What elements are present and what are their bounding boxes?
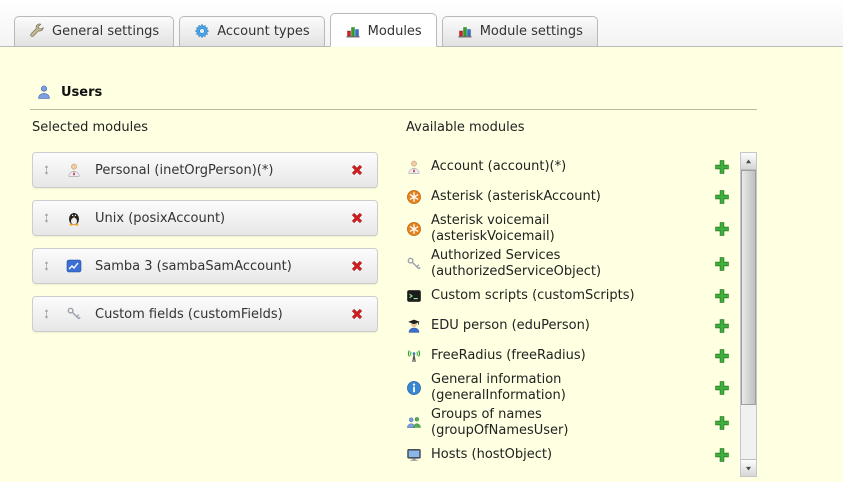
host-icon <box>406 447 422 463</box>
scroll-up-button[interactable] <box>741 153 756 170</box>
module-label: Custom scripts (customScripts) <box>431 288 635 304</box>
add-module-button[interactable] <box>714 159 730 175</box>
users-icon <box>36 84 52 100</box>
remove-module-button[interactable] <box>349 258 365 274</box>
chart-icon <box>457 23 473 39</box>
selected-module-row: Personal (inetOrgPerson)(*) <box>32 152 378 188</box>
selected-module-row: Samba 3 (sambaSamAccount) <box>32 248 378 284</box>
gear-icon <box>194 23 210 39</box>
selected-module-row: Unix (posixAccount) <box>32 200 378 236</box>
module-label: EDU person (eduPerson) <box>431 318 590 334</box>
module-label: Authorized Services (authorizedServiceOb… <box>431 248 661 281</box>
module-label: Custom fields (customFields) <box>95 307 283 322</box>
available-module-row: FreeRadius (freeRadius) <box>406 341 740 371</box>
wrench-icon <box>29 23 45 39</box>
add-module-button[interactable] <box>714 380 730 396</box>
module-label: Personal (inetOrgPerson)(*) <box>95 163 273 178</box>
lam-configuration-page: General settings Account types Modules M… <box>0 0 843 482</box>
tab-account-types[interactable]: Account types <box>179 16 324 46</box>
section-title: Users <box>61 85 102 100</box>
tab-label: Modules <box>368 24 422 39</box>
module-label: Groups of names (groupOfNamesUser) <box>431 407 661 440</box>
available-module-row: Account (account)(*) <box>406 152 740 182</box>
tab-label: Account types <box>217 24 309 39</box>
samba-icon <box>66 258 82 274</box>
module-label: Samba 3 (sambaSamAccount) <box>95 259 292 274</box>
edu-icon <box>406 318 422 334</box>
add-module-button[interactable] <box>714 318 730 334</box>
modules-tab-content: Users Selected modules Personal (inetOrg… <box>0 47 843 482</box>
module-label: Asterisk voicemail (asteriskVoicemail) <box>431 213 661 246</box>
add-module-button[interactable] <box>714 189 730 205</box>
available-module-row: Asterisk (asteriskAccount) <box>406 182 740 212</box>
personal-icon <box>66 162 82 178</box>
available-modules-wrap: Account (account)(*) Asterisk (asteriskAc… <box>406 152 758 477</box>
asterisk-icon <box>406 189 422 205</box>
remove-module-button[interactable] <box>349 162 365 178</box>
available-modules-list: Account (account)(*) Asterisk (asteriskAc… <box>406 152 740 477</box>
scripts-icon <box>406 288 422 304</box>
module-label: Unix (posixAccount) <box>95 211 225 226</box>
add-module-button[interactable] <box>714 256 730 272</box>
add-module-button[interactable] <box>714 447 730 463</box>
personal-icon <box>406 159 422 175</box>
tab-module-settings[interactable]: Module settings <box>442 16 598 46</box>
scroll-up-icon <box>744 157 753 166</box>
available-module-row: General information (generalInformation) <box>406 371 740 406</box>
tab-label: Module settings <box>480 24 583 39</box>
available-module-row: Groups of names (groupOfNamesUser) <box>406 406 740 441</box>
module-label: FreeRadius (freeRadius) <box>431 348 586 364</box>
chart-icon <box>345 23 361 39</box>
module-label: Asterisk (asteriskAccount) <box>431 189 601 205</box>
move-handle-icon[interactable] <box>41 259 53 273</box>
selected-modules-list: Personal (inetOrgPerson)(*) Unix (posixAc… <box>32 152 378 332</box>
available-module-row: Custom scripts (customScripts) <box>406 281 740 311</box>
asterisk-icon <box>406 221 422 237</box>
groups-icon <box>406 415 422 431</box>
module-label: Account (account)(*) <box>431 159 566 175</box>
module-label: Hosts (hostObject) <box>431 447 552 463</box>
move-handle-icon[interactable] <box>41 211 53 225</box>
add-module-button[interactable] <box>714 221 730 237</box>
tab-label: General settings <box>52 24 159 39</box>
scroll-thumb[interactable] <box>741 170 756 405</box>
available-modules-heading: Available modules <box>406 120 758 136</box>
section-divider <box>30 109 757 110</box>
account-type-section-header: Users <box>36 83 813 101</box>
custom-fields-icon <box>66 306 82 322</box>
available-modules-column: Available modules Account (account)(*) As… <box>406 120 758 477</box>
selected-module-row: Custom fields (customFields) <box>32 296 378 332</box>
selected-modules-column: Selected modules Personal (inetOrgPerson… <box>32 120 378 477</box>
remove-module-button[interactable] <box>349 210 365 226</box>
tab-general-settings[interactable]: General settings <box>14 16 174 46</box>
radius-icon <box>406 348 422 364</box>
available-module-row: Authorized Services (authorizedServiceOb… <box>406 247 740 282</box>
scroll-down-icon <box>744 464 753 473</box>
vertical-scrollbar[interactable] <box>740 152 757 477</box>
module-columns: Selected modules Personal (inetOrgPerson… <box>30 120 813 477</box>
available-module-row: Hosts (hostObject) <box>406 440 740 470</box>
module-label: General information (generalInformation) <box>431 372 661 405</box>
scroll-down-button[interactable] <box>741 459 756 476</box>
remove-module-button[interactable] <box>349 306 365 322</box>
selected-modules-heading: Selected modules <box>32 120 378 136</box>
add-module-button[interactable] <box>714 288 730 304</box>
info-icon <box>406 380 422 396</box>
move-handle-icon[interactable] <box>41 307 53 321</box>
add-module-button[interactable] <box>714 348 730 364</box>
add-module-button[interactable] <box>714 415 730 431</box>
unix-icon <box>66 210 82 226</box>
tab-bar: General settings Account types Modules M… <box>0 0 843 47</box>
available-module-row: Asterisk voicemail (asteriskVoicemail) <box>406 212 740 247</box>
services-icon <box>406 256 422 272</box>
move-handle-icon[interactable] <box>41 163 53 177</box>
tab-modules[interactable]: Modules <box>330 13 437 47</box>
available-module-row: EDU person (eduPerson) <box>406 311 740 341</box>
